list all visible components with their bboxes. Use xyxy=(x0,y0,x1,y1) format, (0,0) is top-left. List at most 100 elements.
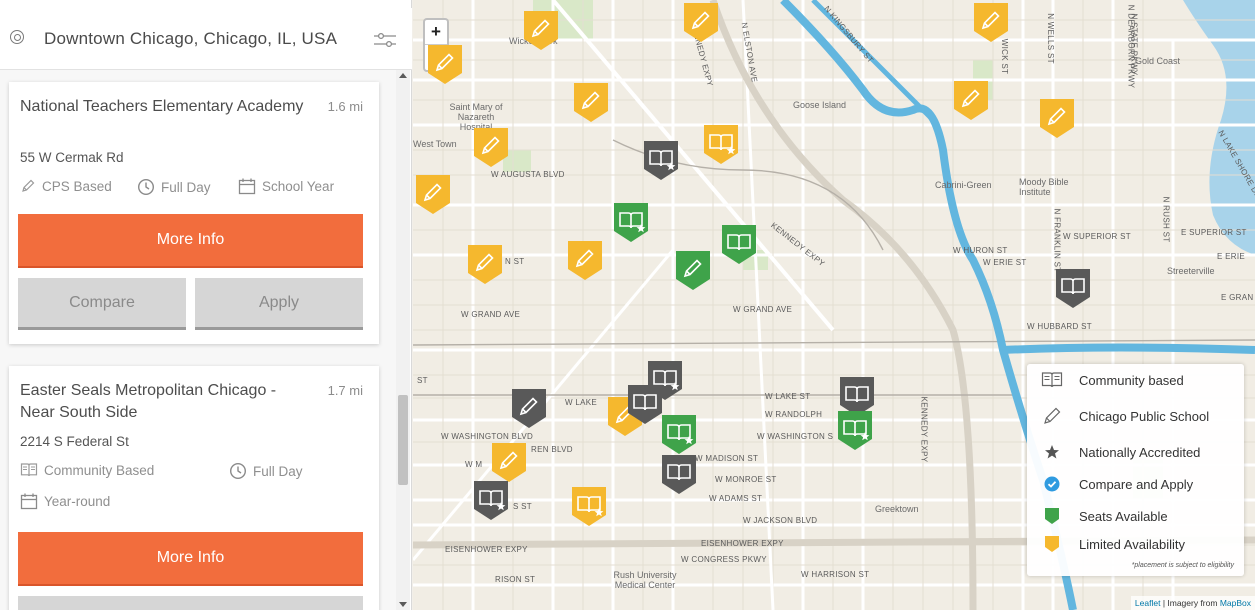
scroll-up-arrow[interactable] xyxy=(399,73,407,78)
clock-icon xyxy=(137,178,155,196)
green-pin-icon xyxy=(1041,506,1063,526)
street-label: W MONROE ST xyxy=(715,475,777,484)
marker-pin-icon xyxy=(704,125,738,164)
school-name[interactable]: National Teachers Elementary Academy xyxy=(20,96,310,118)
result-card: National Teachers Elementary Academy 1.6… xyxy=(9,82,379,344)
location-pin-icon xyxy=(10,30,24,44)
legend-limited: Limited Availability xyxy=(1041,534,1185,554)
school-marker[interactable] xyxy=(465,242,505,286)
street-label: W M xyxy=(465,460,483,469)
street-label: REN BLVD xyxy=(531,445,573,454)
school-marker[interactable] xyxy=(521,8,561,52)
school-marker[interactable] xyxy=(641,138,681,182)
school-marker[interactable] xyxy=(951,78,991,122)
street-label: W HUBBARD ST xyxy=(1027,322,1092,331)
school-marker[interactable] xyxy=(571,80,611,124)
place-label: Rush University Medical Center xyxy=(613,570,677,590)
street-label: ST xyxy=(417,376,428,385)
feature-label: Full Day xyxy=(161,179,211,195)
street-label: W MADISON ST xyxy=(695,454,759,463)
school-name[interactable]: Easter Seals Metropolitan Chicago - Near… xyxy=(20,380,310,424)
compare-button[interactable] xyxy=(18,596,363,610)
marker-pin-icon xyxy=(574,83,608,122)
school-marker[interactable] xyxy=(659,412,699,456)
compare-button[interactable]: Compare xyxy=(18,278,186,330)
school-marker[interactable] xyxy=(1037,96,1077,140)
distance-label: 1.6 mi xyxy=(327,99,363,114)
place-label: Cabrini-Green xyxy=(935,180,992,190)
map-legend: Community based Chicago Public School Na… xyxy=(1027,364,1244,576)
more-info-button[interactable]: More Info xyxy=(18,214,363,268)
open-book-icon xyxy=(1041,370,1063,390)
school-marker[interactable] xyxy=(673,248,713,292)
school-marker[interactable] xyxy=(659,452,699,496)
school-marker[interactable] xyxy=(413,172,453,216)
feature-label: Year-round xyxy=(44,494,111,509)
search-location-text[interactable]: Downtown Chicago, Chicago, IL, USA xyxy=(44,29,337,49)
feature-label: School Year xyxy=(262,179,335,194)
marker-pin-icon xyxy=(662,415,696,454)
feature-label: Full Day xyxy=(253,463,303,479)
school-marker[interactable] xyxy=(1053,266,1093,310)
street-label: W HARRISON ST xyxy=(801,570,870,579)
legend-cps: Chicago Public School xyxy=(1041,406,1209,426)
legend-label: Compare and Apply xyxy=(1079,476,1194,492)
street-label: N FRANKLIN ST xyxy=(1052,208,1062,273)
feature-label: Community Based xyxy=(44,462,155,478)
clock-icon xyxy=(229,462,247,480)
place-label: Streeterville xyxy=(1167,266,1215,276)
school-marker[interactable] xyxy=(835,408,875,452)
school-marker[interactable] xyxy=(471,125,511,169)
street-label: W WASHINGTON S xyxy=(757,432,834,441)
feature-cps: CPS Based xyxy=(20,178,112,194)
scroll-thumb[interactable] xyxy=(398,395,408,485)
scroll-down-arrow[interactable] xyxy=(399,602,407,607)
place-label: Moody Bible Institute xyxy=(1019,177,1069,197)
feature-full-day: Full Day xyxy=(137,178,211,196)
marker-pin-icon xyxy=(474,128,508,167)
marker-pin-icon xyxy=(722,225,756,264)
marker-pin-icon xyxy=(474,481,508,520)
filter-sliders-icon[interactable] xyxy=(370,30,400,50)
mapbox-link[interactable]: MapBox xyxy=(1220,598,1251,608)
school-marker[interactable] xyxy=(719,222,759,266)
street-label: E SUPERIOR ST xyxy=(1181,228,1247,237)
place-label: Gold Coast xyxy=(1135,56,1181,66)
street-label: W HURON ST xyxy=(953,246,1008,255)
search-bar[interactable]: Downtown Chicago, Chicago, IL, USA xyxy=(0,8,412,70)
map-view[interactable]: W AUGUSTA BLVD N ST W GRAND AVE W GRAND … xyxy=(413,0,1255,610)
street-label: W GRAND AVE xyxy=(733,305,793,314)
calendar-icon xyxy=(20,493,38,510)
calendar-icon xyxy=(238,178,256,195)
feature-school-year: School Year xyxy=(238,178,334,195)
school-marker[interactable] xyxy=(509,386,549,430)
street-label: N ST xyxy=(505,257,525,266)
marker-pin-icon xyxy=(954,81,988,120)
school-marker[interactable] xyxy=(569,484,609,528)
school-marker[interactable] xyxy=(471,478,511,522)
marker-pin-icon xyxy=(572,487,606,526)
legend-community: Community based xyxy=(1041,370,1184,390)
street-label: E ERIE xyxy=(1217,252,1246,261)
feature-community: Community Based xyxy=(20,462,154,478)
school-marker[interactable] xyxy=(681,0,721,44)
results-scrollbar[interactable] xyxy=(396,70,410,610)
street-label: RISON ST xyxy=(495,575,536,584)
school-marker[interactable] xyxy=(971,0,1011,44)
street-label: W ADAMS ST xyxy=(709,494,763,503)
open-book-icon xyxy=(20,463,38,477)
street-label: E GRAN xyxy=(1221,293,1254,302)
results-list[interactable]: National Teachers Elementary Academy 1.6… xyxy=(0,70,396,610)
street-label: W SUPERIOR ST xyxy=(1063,232,1131,241)
results-panel: Downtown Chicago, Chicago, IL, USA Natio… xyxy=(0,0,412,610)
school-marker[interactable] xyxy=(565,238,605,282)
school-marker[interactable] xyxy=(425,42,465,86)
leaflet-link[interactable]: Leaflet xyxy=(1135,598,1161,608)
school-marker[interactable] xyxy=(611,200,651,244)
street-label: W GRAND AVE xyxy=(461,310,521,319)
street-label: W LAKE ST xyxy=(765,392,811,401)
street-label: S ST xyxy=(513,502,532,511)
more-info-button[interactable]: More Info xyxy=(18,532,363,586)
school-marker[interactable] xyxy=(701,122,741,166)
apply-button[interactable]: Apply xyxy=(195,278,363,330)
